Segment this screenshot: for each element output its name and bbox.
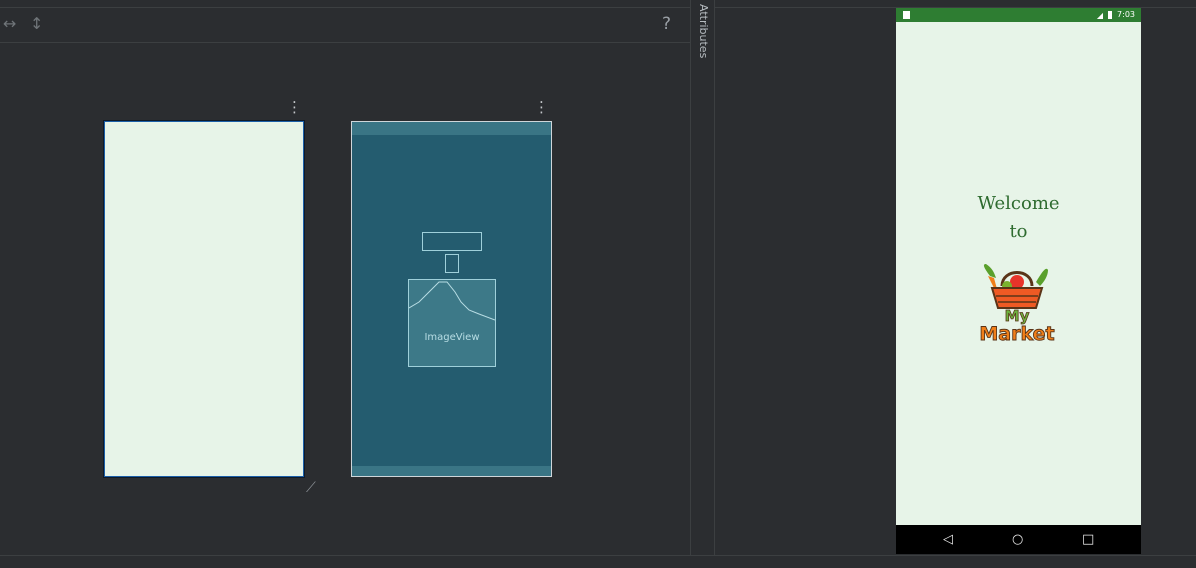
status-bar: ◢ 7:03 xyxy=(896,8,1141,22)
blueprint-textview-welcome[interactable] xyxy=(422,232,482,251)
arrows-horizontal-icon[interactable]: ↔ xyxy=(3,14,16,33)
battery-icon xyxy=(1108,11,1112,19)
image-placeholder-icon xyxy=(409,281,495,321)
bottom-status-bar xyxy=(0,555,1196,568)
attributes-tab[interactable]: Attributes xyxy=(691,0,715,555)
logo-apple xyxy=(1010,275,1024,289)
home-icon[interactable]: ○ xyxy=(1012,532,1023,547)
status-time: 7:03 xyxy=(1117,10,1135,19)
recents-icon[interactable]: □ xyxy=(1082,532,1094,547)
attributes-tab-label: Attributes xyxy=(697,4,710,59)
design-frame-menu-icon[interactable]: ⋮ xyxy=(287,100,302,115)
design-toolbar: ↔ ↕ ? xyxy=(0,8,690,43)
navigation-bar: ◁ ○ □ xyxy=(896,525,1141,554)
arrows-vertical-icon[interactable]: ↕ xyxy=(30,14,43,33)
welcome-line-1: Welcome xyxy=(977,193,1060,214)
blueprint-nav-band xyxy=(352,466,551,476)
imageview-label: ImageView xyxy=(424,332,480,343)
blueprint-status-band xyxy=(352,122,551,135)
logo-leaf-left xyxy=(983,264,996,278)
logo-basket xyxy=(990,287,1044,309)
blueprint-surface[interactable]: ImageView xyxy=(351,121,552,477)
logo-leaf-right xyxy=(1036,268,1048,286)
blueprint-textview-to[interactable] xyxy=(445,254,459,273)
preview-top-strip xyxy=(715,0,1196,8)
design-surface[interactable] xyxy=(104,121,304,477)
device-screen[interactable]: ◢ 7:03 Welcome to My Market ◁ ○ □ xyxy=(896,8,1141,554)
help-button[interactable]: ? xyxy=(662,14,671,34)
back-icon[interactable]: ◁ xyxy=(943,532,953,547)
editor-top-strip xyxy=(0,0,690,8)
welcome-text: Welcome to xyxy=(896,190,1141,246)
welcome-line-2: to xyxy=(1009,221,1028,242)
my-market-logo: My Market xyxy=(979,264,1055,345)
resize-handle-icon[interactable]: ⟋ xyxy=(306,480,316,496)
logo-text-market: Market xyxy=(979,323,1054,345)
blueprint-frame-menu-icon[interactable]: ⋮ xyxy=(534,100,549,115)
signal-icon: ◢ xyxy=(1096,11,1103,20)
blueprint-imageview[interactable]: ImageView xyxy=(408,279,496,367)
sim-card-icon xyxy=(903,11,910,19)
